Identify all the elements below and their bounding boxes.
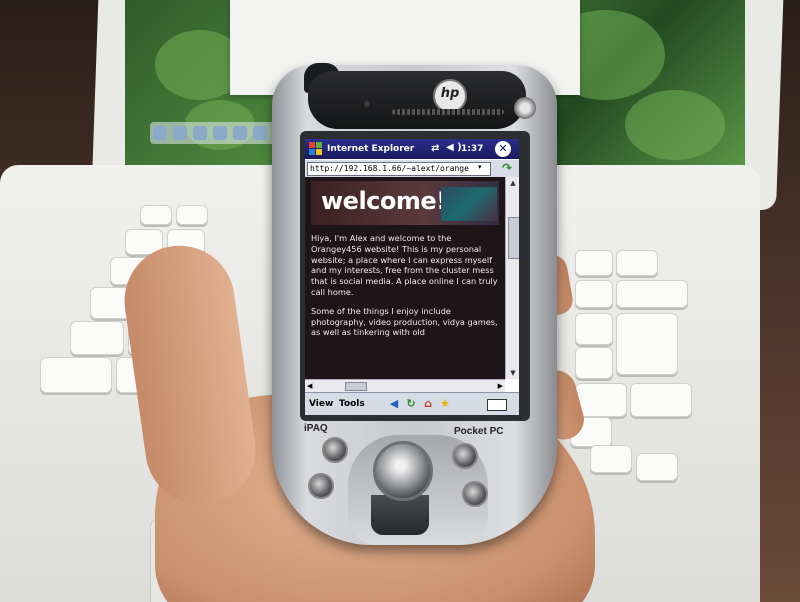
hardware-button-calendar[interactable] [322, 437, 348, 463]
horizontal-scrollbar[interactable]: ◀ ▶ [305, 379, 505, 392]
hardware-button-inbox[interactable] [308, 473, 334, 499]
go-button[interactable]: ↷ [499, 161, 515, 176]
sync-icon[interactable]: ⇄ [431, 143, 439, 154]
web-page-content: welcome! Hiya, I'm Alex and welcome to t… [305, 177, 505, 379]
pda-device: hp Internet Explorer ⇄ ◀ ) 1:37 ✕ http:/… [272, 63, 557, 545]
screen: Internet Explorer ⇄ ◀ ) 1:37 ✕ http://19… [305, 139, 519, 415]
horizontal-scroll-thumb[interactable] [345, 382, 367, 391]
vertical-scrollbar[interactable]: ▲ ▼ [505, 177, 519, 379]
speaker-grille [392, 109, 504, 115]
back-icon[interactable]: ◀ [387, 397, 401, 411]
welcome-banner: welcome! [311, 181, 499, 225]
menu-tools[interactable]: Tools [339, 399, 365, 409]
keyboard-icon[interactable] [487, 399, 507, 411]
window-title: Internet Explorer [327, 144, 415, 154]
paragraph: Hiya, I'm Alex and welcome to the Orange… [311, 233, 498, 297]
hardware-button-contacts[interactable] [452, 443, 478, 469]
scroll-left-icon[interactable]: ◀ [307, 380, 312, 392]
clock[interactable]: 1:37 [461, 144, 483, 154]
fingerprint-reader [371, 495, 429, 535]
menu-view[interactable]: View [309, 399, 333, 409]
os-label: Pocket PC [454, 426, 504, 437]
windows-start-icon[interactable] [309, 142, 323, 156]
navigation-dpad[interactable] [373, 441, 433, 501]
scroll-down-icon[interactable]: ▼ [506, 367, 519, 379]
favorites-icon[interactable]: ★ [438, 397, 452, 411]
hp-logo: hp [433, 79, 467, 113]
device-top-panel: hp [308, 71, 536, 129]
page-body: Hiya, I'm Alex and welcome to the Orange… [311, 233, 501, 346]
address-bar: http://192.168.1.66/~alext/orange ▾ ↷ [305, 160, 519, 178]
banner-image [441, 187, 497, 221]
menu-bar: View Tools ◀ ↻ ⌂ ★ [305, 392, 519, 415]
refresh-icon[interactable]: ↻ [404, 397, 418, 411]
paragraph: Some of the things I enjoy include photo… [311, 305, 498, 338]
model-label: iPAQ [304, 423, 328, 434]
vertical-scroll-thumb[interactable] [508, 217, 519, 259]
volume-icon[interactable]: ◀ ) [446, 142, 462, 153]
power-button[interactable] [514, 97, 536, 119]
scroll-up-icon[interactable]: ▲ [506, 177, 519, 189]
photo-scene: hp Internet Explorer ⇄ ◀ ) 1:37 ✕ http:/… [0, 0, 800, 602]
status-led [364, 101, 370, 107]
title-bar: Internet Explorer ⇄ ◀ ) 1:37 ✕ [305, 139, 519, 159]
url-dropdown-icon[interactable]: ▾ [478, 163, 482, 171]
hardware-button-home[interactable] [462, 481, 488, 507]
url-input[interactable]: http://192.168.1.66/~alext/orange [307, 162, 491, 176]
home-icon[interactable]: ⌂ [421, 397, 435, 411]
page-heading: welcome! [321, 187, 447, 215]
close-button[interactable]: ✕ [495, 141, 511, 157]
scroll-right-icon[interactable]: ▶ [498, 380, 503, 392]
